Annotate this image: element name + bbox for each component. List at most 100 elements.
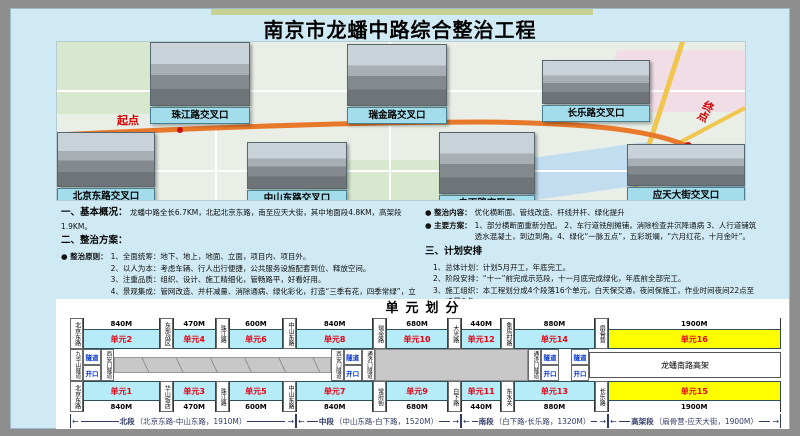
- intersection-photo-card: 北京东路交叉口: [57, 132, 155, 201]
- section-detail: （北京东路-中山东路，1910M）: [136, 416, 247, 427]
- road-band: 九华山隧道隧道开口西安门隧道西安门隧道隧道开口通济门隧道通济门隧道隧道开口隧道开…: [70, 349, 781, 381]
- unit-division-panel: 单元划分 北京东路北京东路840M单元2单元1840M东部战区华山饭店470M单…: [56, 299, 789, 429]
- right-arrow-icon: →: [286, 417, 295, 426]
- intersection-photo: [247, 142, 347, 189]
- intersection-photo-card: 珠江路交叉口: [150, 42, 250, 124]
- unit-box-top: 单元10: [386, 329, 448, 349]
- scheme-label: ● 主要方案：: [425, 220, 472, 232]
- unit-grid: 北京东路北京东路840M单元2单元1840M东部战区华山饭店470M单元4单元3…: [70, 318, 781, 412]
- distance-label-top: 880M: [514, 318, 594, 329]
- elevated-road-box: 龙蟠南路高架: [589, 352, 781, 378]
- unit-box-top: 单元4: [173, 329, 216, 349]
- intersection-photo-card: 瑞金路交叉口: [347, 44, 447, 124]
- intersection-photo-card: 应天大街交叉口: [627, 144, 745, 201]
- street-cell-bottom: 北京东路: [70, 381, 83, 412]
- tunnel-opening-bottom: 开口: [344, 365, 362, 381]
- section-name: 高架段: [631, 416, 654, 427]
- tunnel-opening-top: 隧道: [344, 349, 362, 365]
- section-name: 中段: [319, 416, 334, 427]
- street-cell-top: 大光路: [448, 318, 461, 349]
- street-label: 瑞金路: [376, 325, 382, 343]
- unit-box-bottom: 单元5: [229, 381, 284, 401]
- street-cell-bottom: 华山饭店: [160, 381, 173, 412]
- street-label: 东部战区: [163, 322, 169, 346]
- distance-label-bottom: 1900M: [608, 401, 781, 412]
- tunnel-body: [375, 349, 528, 381]
- distance-label-bottom: 600M: [229, 401, 284, 412]
- street-cell-top: 中山东路: [283, 318, 296, 349]
- page-title: 南京市龙蟠中路综合整治工程: [11, 14, 789, 43]
- unit-box-bottom: 单元3: [173, 381, 216, 401]
- tunnel-label-cell: 西安门隧道: [101, 349, 114, 381]
- street-cell-top: 扇骨营: [595, 318, 608, 349]
- section-arrow: ←北段（北京东路-中山东路，1910M）→: [70, 414, 296, 428]
- arrow-line: [619, 421, 630, 422]
- section-arrows: ←北段（北京东路-中山东路，1910M）→←中段（中山东路-白下路，1520M）…: [70, 414, 781, 429]
- unit-box-bottom: 单元15: [608, 381, 781, 401]
- tunnel-opening-top: 隧道: [83, 349, 101, 365]
- schedule-item: 2、阶段安排：“十一”前完成示范段，十一月底完成绿化，年底前全部完工。: [433, 273, 757, 285]
- street-label: 北京东路: [73, 385, 79, 409]
- street-label: 东水关: [505, 388, 511, 406]
- distance-label-bottom: 880M: [514, 401, 594, 412]
- unit-box-top: 单元16: [608, 329, 781, 349]
- intersection-photo-label: 珠江路交叉口: [150, 107, 250, 124]
- unit-box-bottom: 单元1: [83, 381, 160, 401]
- tunnel-label: 西安门隧道: [105, 351, 111, 379]
- street-label: 大光路: [451, 325, 457, 343]
- street-cell-bottom: 东水关: [501, 381, 514, 412]
- scheme-text: 1、部分横断面重新分配。 2、车行道铣刨摊铺，消除检查井沉降通病 3、人行道铺筑…: [475, 220, 757, 243]
- street-label: 华山饭店: [163, 385, 169, 409]
- unit-box-top: 单元8: [296, 329, 373, 349]
- section-name: 北段: [120, 416, 135, 427]
- street-cell-top: 瑞金路: [373, 318, 386, 349]
- arrow-line: [759, 421, 770, 422]
- right-arrow-icon: →: [598, 417, 607, 426]
- distance-label-top: 840M: [296, 318, 373, 329]
- tunnel-opening-bottom: 开口: [83, 365, 101, 381]
- content-and-schedule-text: ● 整治内容： 优化横断面、管线改造、杆线并杆、绿化提升 ● 主要方案： 1、部…: [425, 206, 757, 308]
- street-cell-bottom: 长乐路: [595, 381, 608, 412]
- distance-label-top: 600M: [229, 318, 284, 329]
- street-cell-bottom: 中山东路: [283, 381, 296, 412]
- content-text: 优化横断面、管线改造、杆线并杆、绿化提升: [475, 207, 625, 219]
- distance-label-bottom: 680M: [386, 401, 448, 412]
- street-label: 常府街: [376, 388, 382, 406]
- intersection-photo: [439, 132, 535, 194]
- schedule-item: 1、总体计划：计划5月开工，年底完工。: [433, 262, 757, 274]
- intersection-photo-card: 中山东路交叉口: [247, 142, 347, 201]
- distance-label-top: 680M: [386, 318, 448, 329]
- street-cell-top: 象房村路: [501, 318, 514, 349]
- distance-label-top: 840M: [83, 318, 160, 329]
- section-detail: （扇骨营-应天大街，1900M）: [655, 416, 758, 427]
- schedule-heading: 三、计划安排: [425, 245, 757, 260]
- arrow-line: [591, 421, 597, 422]
- street-label: 中山东路: [287, 322, 293, 346]
- tunnel-opening-bottom: 开口: [571, 365, 589, 381]
- street-label: 北京东路: [73, 322, 79, 346]
- street-cell-top: 东部战区: [160, 318, 173, 349]
- intersection-photo: [542, 60, 650, 104]
- distance-label-bottom: 440M: [461, 401, 501, 412]
- arrow-line: [472, 421, 478, 422]
- principle-item: 2、以人为本：考虑车辆、行人出行便捷，公共服务设施配套到位、释放空间。: [111, 263, 419, 275]
- tunnel-label-cell: 通济门隧道: [528, 349, 541, 381]
- intersection-photo: [347, 44, 447, 106]
- street-cell-top: 北京东路: [70, 318, 83, 349]
- intersection-photo-card: 长乐路交叉口: [542, 60, 650, 122]
- arrow-line: [307, 421, 318, 422]
- tunnel-label-cell: 九华山隧道: [70, 349, 83, 381]
- street-cell-top: 珠江路: [216, 318, 229, 349]
- intersection-photo-label: 中山东路交叉口: [247, 190, 347, 201]
- street-cell-bottom: 白下路: [448, 381, 461, 412]
- street-label: 白下路: [451, 388, 457, 406]
- unit-box-bottom: 单元13: [514, 381, 594, 401]
- tunnel-opening-top: 隧道: [541, 349, 559, 365]
- intersection-photo-label: 应天大街交叉口: [627, 187, 745, 201]
- slide: 南京市龙蟠中路综合整治工程 起点 终点 珠江路交叉口瑞金路交叉口长乐路交叉口北京…: [10, 8, 790, 429]
- unit-box-top: 单元14: [514, 329, 594, 349]
- arrow-line: [247, 421, 285, 422]
- street-label: 珠江路: [219, 388, 225, 406]
- distance-label-bottom: 840M: [296, 401, 373, 412]
- distance-label-bottom: 470M: [173, 401, 216, 412]
